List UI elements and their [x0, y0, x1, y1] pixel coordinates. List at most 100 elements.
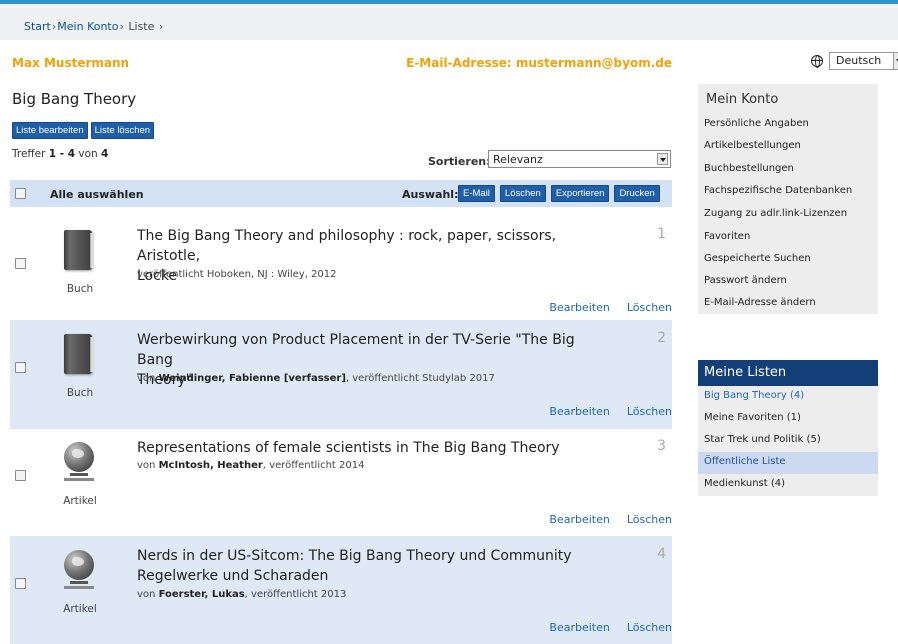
- list-link-public[interactable]: Öffentliche Liste: [698, 452, 878, 474]
- edit-item-link[interactable]: Bearbeiten: [549, 621, 609, 634]
- item-meta: veröffentlicht Hoboken, NJ : Wiley, 2012: [137, 269, 337, 280]
- edit-list-button[interactable]: Liste bearbeiten: [12, 122, 88, 139]
- list-item: Artikel Nerds in der US-Sitcom: The Big …: [10, 536, 672, 644]
- item-number: 2: [657, 330, 666, 346]
- delete-item-link[interactable]: Löschen: [627, 301, 672, 314]
- globe-icon: [811, 55, 823, 68]
- hit-count-of: von: [78, 148, 98, 160]
- item-checkbox[interactable]: [15, 578, 26, 589]
- sort-select[interactable]: Relevanz: [488, 150, 671, 168]
- delete-list-button[interactable]: Liste löschen: [90, 122, 155, 139]
- item-meta-suffix: , veröffentlicht Studylab 2017: [345, 373, 495, 384]
- item-title-line[interactable]: The Big Bang Theory and philosophy : roc…: [137, 226, 597, 266]
- item-author[interactable]: Weindinger, Fabienne [verfasser]: [159, 373, 346, 384]
- account-item-favorites[interactable]: Favoriten: [704, 231, 750, 242]
- hit-count: Treffer 1 - 4 von 4: [12, 148, 108, 160]
- account-item-saved-searches[interactable]: Gespeicherte Suchen: [704, 253, 811, 264]
- selection-actions: E-Mail Löschen Exportieren Drucken: [458, 185, 660, 202]
- item-type: Buch: [66, 387, 94, 399]
- breadcrumb: Start›Mein Konto› Liste ›: [24, 20, 164, 33]
- account-item-change-password[interactable]: Passwort ändern: [704, 275, 787, 286]
- item-meta-suffix: , veröffentlicht 2013: [244, 589, 347, 600]
- breadcrumb-start[interactable]: Start: [24, 20, 51, 33]
- account-panel-title: Mein Konto: [706, 92, 779, 107]
- breadcrumb-separator: ›: [158, 20, 164, 33]
- item-meta-prefix: von: [137, 589, 156, 600]
- user-email: E-Mail-Adresse: mustermann@byom.de: [406, 56, 672, 70]
- sort-label: Sortieren:: [428, 155, 491, 168]
- item-type: Artikel: [63, 495, 97, 507]
- item-number: 3: [657, 438, 666, 454]
- item-checkbox[interactable]: [15, 258, 26, 269]
- item-number: 1: [657, 226, 666, 242]
- item-actions: Bearbeiten Löschen: [549, 513, 672, 526]
- item-checkbox[interactable]: [15, 362, 26, 373]
- account-item-databases[interactable]: Fachspezifische Datenbanken: [704, 185, 852, 196]
- edit-item-link[interactable]: Bearbeiten: [549, 301, 609, 314]
- edit-item-link[interactable]: Bearbeiten: [549, 513, 609, 526]
- item-title[interactable]: Nerds in der US-Sitcom: The Big Bang The…: [137, 546, 597, 586]
- select-all-label[interactable]: Alle auswählen: [50, 188, 144, 201]
- item-checkbox[interactable]: [15, 470, 26, 481]
- account-item-article-orders[interactable]: Artikelbestellungen: [704, 140, 801, 151]
- lists-panel: Meine Listen Big Bang Theory (4) Meine F…: [698, 360, 878, 496]
- chevron-down-icon[interactable]: [893, 53, 898, 69]
- export-button[interactable]: Exportieren: [550, 185, 610, 202]
- globe-icon: [58, 440, 98, 484]
- item-title[interactable]: Representations of female scientists in …: [137, 438, 597, 458]
- breadcrumb-mein-konto[interactable]: Mein Konto: [57, 20, 118, 33]
- list-link-big-bang-theory[interactable]: Big Bang Theory (4): [698, 386, 878, 408]
- account-item-change-email[interactable]: E-Mail-Adresse ändern: [704, 297, 816, 308]
- item-type: Artikel: [63, 603, 97, 615]
- item-meta-suffix: , veröffentlicht 2014: [262, 460, 365, 471]
- item-meta: von Foerster, Lukas, veröffentlicht 2013: [137, 589, 346, 600]
- breadcrumb-separator: ›: [119, 20, 124, 33]
- delete-item-link[interactable]: Löschen: [627, 621, 672, 634]
- item-title-line[interactable]: Nerds in der US-Sitcom: The Big Bang The…: [137, 546, 597, 566]
- item-title-line[interactable]: Regelwerke und Scharaden: [137, 566, 597, 586]
- lists-panel-title: Meine Listen: [698, 360, 878, 386]
- item-type: Buch: [66, 283, 94, 295]
- select-all-checkbox[interactable]: [15, 188, 26, 199]
- hit-count-prefix: Treffer: [12, 148, 46, 160]
- page-title: Big Bang Theory: [12, 90, 137, 108]
- account-item-book-orders[interactable]: Buchbestellungen: [704, 163, 794, 174]
- item-title-line[interactable]: Representations of female scientists in …: [137, 438, 597, 458]
- chevron-down-icon[interactable]: [657, 153, 668, 165]
- hit-count-total: 4: [101, 148, 109, 160]
- item-author[interactable]: McIntosh, Heather: [159, 460, 263, 471]
- delete-item-link[interactable]: Löschen: [627, 405, 672, 418]
- delete-selection-button[interactable]: Löschen: [499, 185, 546, 202]
- account-item-personal[interactable]: Persönliche Angaben: [704, 118, 809, 129]
- breadcrumb-bar: Start›Mein Konto› Liste ›: [0, 4, 898, 40]
- sort-selected: Relevanz: [493, 153, 543, 166]
- account-panel: Mein Konto Persönliche Angaben Artikelbe…: [698, 84, 878, 314]
- delete-item-link[interactable]: Löschen: [627, 513, 672, 526]
- list-item: Buch Werbewirkung von Product Placement …: [10, 320, 672, 429]
- account-item-licenses[interactable]: Zugang zu adlr.link-Lizenzen: [704, 208, 847, 219]
- user-name: Max Mustermann: [12, 56, 130, 70]
- list-link-favorites[interactable]: Meine Favoriten (1): [698, 408, 878, 430]
- book-icon: [58, 228, 98, 272]
- language-switcher: Deutsch: [811, 52, 898, 70]
- breadcrumb-liste: Liste: [128, 20, 155, 33]
- print-button[interactable]: Drucken: [614, 185, 660, 202]
- selection-label: Auswahl:: [402, 188, 459, 201]
- list-item: Buch The Big Bang Theory and philosophy …: [10, 216, 672, 325]
- breadcrumb-separator: ›: [51, 20, 57, 33]
- hit-count-range: 1 - 4: [48, 148, 76, 160]
- selection-bar: Alle auswählen Auswahl: E-Mail Löschen E…: [10, 180, 672, 207]
- item-meta-prefix: von: [137, 460, 156, 471]
- item-actions: Bearbeiten Löschen: [549, 621, 672, 634]
- email-button[interactable]: E-Mail: [458, 185, 495, 202]
- item-author[interactable]: Foerster, Lukas: [159, 589, 245, 600]
- list-link-star-trek[interactable]: Star Trek und Politik (5): [698, 430, 878, 452]
- language-select[interactable]: Deutsch: [829, 52, 898, 70]
- item-meta: von Weindinger, Fabienne [verfasser], ve…: [137, 373, 495, 384]
- globe-icon: [58, 548, 98, 592]
- item-title-line[interactable]: Werbewirkung von Product Placement in de…: [137, 330, 597, 370]
- edit-item-link[interactable]: Bearbeiten: [549, 405, 609, 418]
- book-icon: [58, 332, 98, 376]
- list-link-media-art[interactable]: Medienkunst (4): [698, 474, 878, 496]
- item-meta: von McIntosh, Heather, veröffentlicht 20…: [137, 460, 364, 471]
